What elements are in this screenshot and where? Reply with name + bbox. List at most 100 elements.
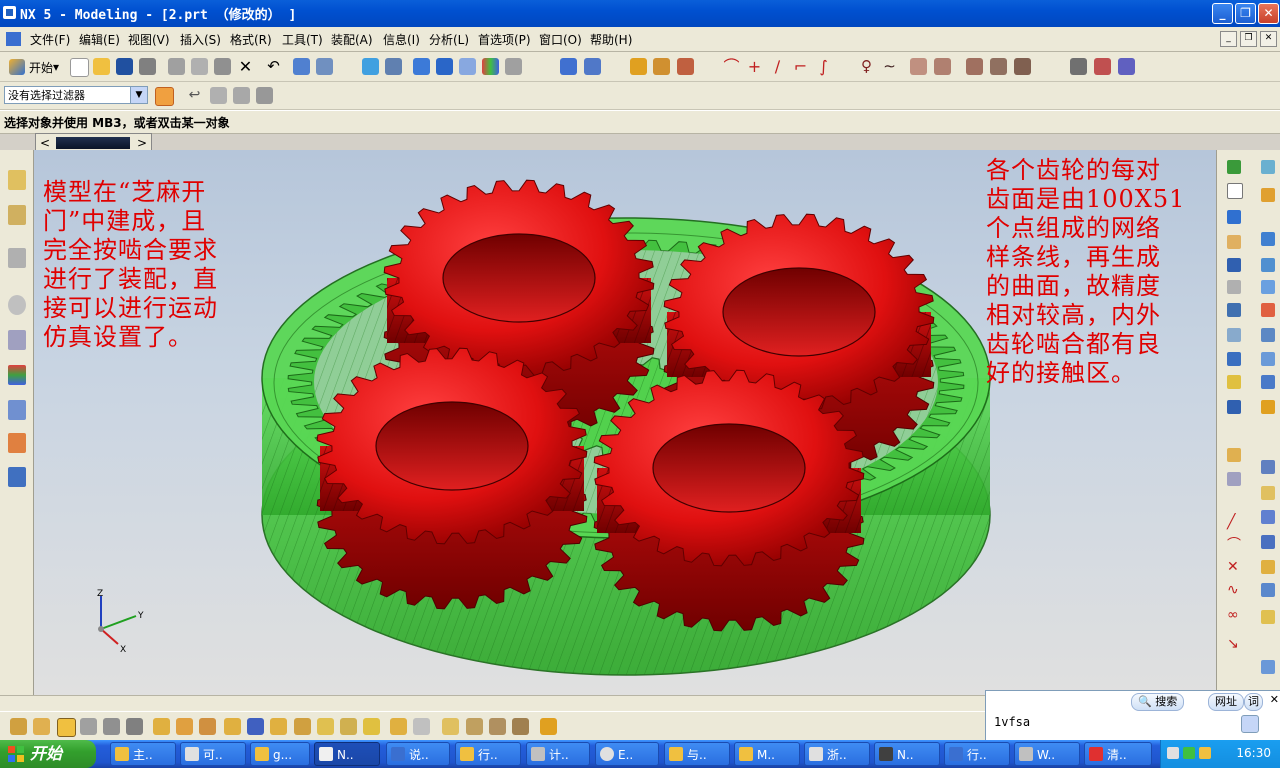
point-icon[interactable]: +: [746, 58, 763, 75]
mdi-minimize-button[interactable]: _: [1220, 31, 1237, 47]
scroll-thumb[interactable]: [56, 137, 130, 149]
shaded-view-icon[interactable]: [413, 58, 430, 75]
quick-pick-icon[interactable]: [256, 87, 273, 104]
studio-surface-icon[interactable]: [1261, 583, 1275, 597]
edge-blend-icon[interactable]: [1227, 375, 1241, 389]
menu-tools[interactable]: 工具(T): [282, 31, 323, 48]
taskbar-item[interactable]: 与..: [664, 742, 730, 766]
chamfer-icon[interactable]: [1261, 352, 1275, 366]
paste-icon[interactable]: [214, 58, 231, 75]
cylinder-icon[interactable]: [1227, 235, 1241, 249]
shell-icon[interactable]: [1227, 352, 1241, 366]
close-button[interactable]: ✕: [1258, 3, 1279, 24]
hole-icon[interactable]: [1261, 232, 1275, 246]
extract-icon[interactable]: [1261, 660, 1275, 674]
explode-icon[interactable]: [1118, 58, 1135, 75]
taskbar-item[interactable]: 说..: [386, 742, 450, 766]
render-style-icon[interactable]: [584, 58, 601, 75]
point-set-icon[interactable]: ✕: [1227, 560, 1241, 574]
menu-file[interactable]: 文件(F): [30, 31, 70, 48]
menu-format[interactable]: 格式(R): [230, 31, 272, 48]
intersect-icon[interactable]: [1261, 328, 1275, 342]
menu-window[interactable]: 窗口(O): [539, 31, 582, 48]
slot-icon[interactable]: [1261, 280, 1275, 294]
view-component-icon[interactable]: [489, 718, 506, 735]
analysis-icon[interactable]: [677, 58, 694, 75]
system-materials-icon[interactable]: [8, 330, 26, 350]
doc-icon[interactable]: [6, 32, 21, 46]
properties-icon[interactable]: [316, 58, 333, 75]
bridge-icon[interactable]: [990, 58, 1007, 75]
edit-object-icon[interactable]: [293, 58, 310, 75]
volume-icon[interactable]: [1199, 747, 1211, 759]
snap-pole-icon[interactable]: [247, 718, 264, 735]
open-folder-icon[interactable]: [93, 58, 110, 75]
trim-body-icon[interactable]: [1227, 448, 1241, 462]
deselect-icon[interactable]: ↩: [186, 87, 203, 104]
system-scenes-icon[interactable]: [8, 467, 26, 487]
groove-icon[interactable]: [1227, 280, 1241, 294]
process-studio-icon[interactable]: [8, 400, 26, 420]
taskbar-item[interactable]: N..: [874, 742, 940, 766]
taskbar-item[interactable]: E..: [595, 742, 659, 766]
network-icon[interactable]: [1183, 747, 1195, 759]
taskbar-item[interactable]: 可..: [180, 742, 246, 766]
chevron-down-icon[interactable]: ▼: [130, 87, 147, 103]
orient-view-icon[interactable]: [560, 58, 577, 75]
draft-icon[interactable]: [1261, 375, 1275, 389]
component-icon[interactable]: [1094, 58, 1111, 75]
curve-icon[interactable]: ⌒: [723, 58, 740, 75]
taskbar-item[interactable]: W..: [1014, 742, 1080, 766]
sketch-icon[interactable]: ♀: [858, 58, 875, 75]
extrude-icon[interactable]: [1261, 160, 1275, 174]
options-icon[interactable]: [540, 718, 557, 735]
snap-intersection-icon[interactable]: [80, 718, 97, 735]
part-navigator-icon[interactable]: [8, 205, 26, 225]
thru-curves-icon[interactable]: [1261, 535, 1275, 549]
menu-view[interactable]: 视图(V): [128, 31, 170, 48]
n-sided-icon[interactable]: [1261, 610, 1275, 624]
taskbar-item[interactable]: M..: [734, 742, 800, 766]
bridge-curve-icon[interactable]: ↘: [1227, 637, 1241, 651]
view-selection-icon[interactable]: [442, 718, 459, 735]
offset-icon[interactable]: [966, 58, 983, 75]
snap-vertex-icon[interactable]: [340, 718, 357, 735]
scale-body-icon[interactable]: [1261, 486, 1275, 500]
taskbar-item[interactable]: 计..: [526, 742, 590, 766]
snap-arc-center-icon[interactable]: [294, 718, 311, 735]
delete-icon[interactable]: ✕: [237, 58, 254, 75]
snap-existing-icon[interactable]: [153, 718, 170, 735]
snap-midpoint-icon[interactable]: [33, 718, 50, 735]
arc-curve-icon[interactable]: ⌒: [1227, 538, 1241, 552]
view-sections-icon[interactable]: [466, 718, 483, 735]
assembly-navigator-icon[interactable]: [8, 170, 26, 190]
menu-insert[interactable]: 插入(S): [180, 31, 221, 48]
web-browser-icon[interactable]: [8, 248, 26, 268]
save-icon[interactable]: [116, 58, 133, 75]
snap-reset-icon[interactable]: [413, 718, 430, 735]
taskbar-item[interactable]: 行..: [455, 742, 521, 766]
mirror-icon[interactable]: [1261, 400, 1275, 414]
copy-icon[interactable]: [191, 58, 208, 75]
graphics-window[interactable]: Z Y X 模型在“芝麻开 门”中建成，且 完全按啮合要求 进行了装配，直 接可…: [34, 150, 1216, 695]
snap-on-curve-icon[interactable]: [176, 718, 193, 735]
menu-analysis[interactable]: 分析(L): [429, 31, 469, 48]
menu-assembly[interactable]: 装配(A): [331, 31, 373, 48]
taskbar-item[interactable]: 主..: [110, 742, 176, 766]
color-palette-icon[interactable]: [482, 58, 499, 75]
taskbar-item[interactable]: 清..: [1084, 742, 1152, 766]
arc-icon[interactable]: ⌐: [792, 58, 809, 75]
wireframe-icon[interactable]: [459, 58, 476, 75]
snap-control-icon[interactable]: [57, 718, 76, 737]
eraser-icon[interactable]: [210, 87, 227, 104]
selection-filter-select[interactable]: 没有选择过滤器 ▼: [4, 86, 148, 104]
datum-plane-icon[interactable]: [1227, 183, 1243, 199]
pattern-icon[interactable]: [1227, 303, 1241, 317]
keyboard-icon[interactable]: [1167, 747, 1179, 759]
maximize-button[interactable]: ❐: [1235, 3, 1256, 24]
mdi-restore-button[interactable]: ❐: [1240, 31, 1257, 47]
print-icon[interactable]: [139, 58, 156, 75]
palette-icon[interactable]: [8, 365, 26, 385]
select-general-icon[interactable]: [155, 87, 174, 106]
view-filter-icon[interactable]: [512, 718, 529, 735]
